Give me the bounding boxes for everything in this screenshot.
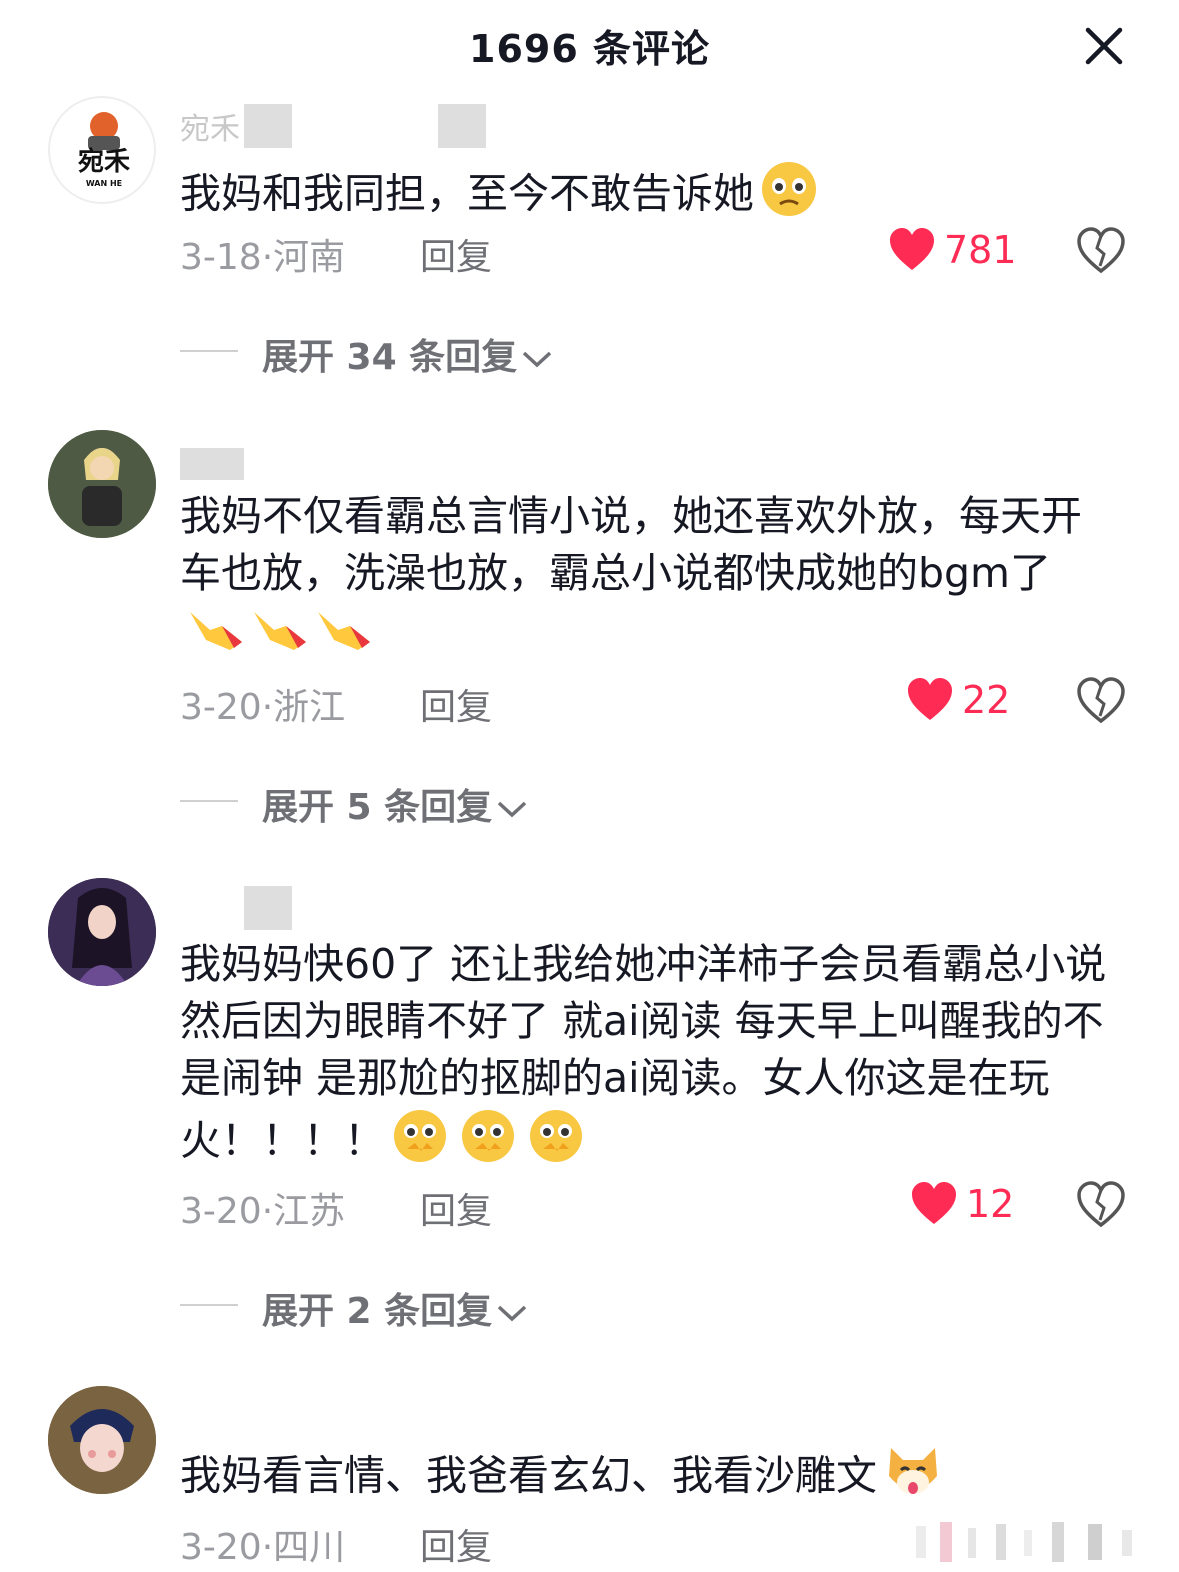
heart-icon [912, 1182, 956, 1224]
comment-item: 我妈不仅看霸总言情小说，她还喜欢外放，每天开车也放，洗澡也放，霸总小说都快成她的… [0, 430, 1179, 850]
reply-button[interactable]: 回复 [420, 1518, 492, 1570]
avatar[interactable] [48, 878, 156, 986]
avatar[interactable] [48, 1386, 156, 1494]
reply-button[interactable]: 回复 [420, 678, 492, 730]
chevron-down-icon [497, 801, 527, 818]
username[interactable] [180, 1390, 500, 1440]
comment-text: 我妈看言情、我爸看玄幻、我看沙雕文 [180, 1442, 1140, 1515]
comment-item: 宛禾 WAN HE 宛禾 我妈和我同担，至今不敢告诉她 3-18·河南 回复 7… [0, 96, 1179, 396]
face-holding-back-tears-emoji-icon [391, 1107, 587, 1180]
like-count: 12 [966, 1182, 1015, 1226]
chevron-down-icon [497, 1305, 527, 1322]
avatar[interactable] [48, 430, 156, 538]
svg-text:宛禾: 宛禾 [78, 146, 130, 177]
comment-text: 我妈妈快60了 还让我给她冲洋柿子会员看霸总小说 然后因为眼睛不好了 就ai阅读… [180, 936, 1130, 1180]
like-button[interactable]: 12 [910, 1180, 1014, 1230]
comment-item: 我妈妈快60了 还让我给她冲洋柿子会员看霸总小说 然后因为眼睛不好了 就ai阅读… [0, 878, 1179, 1348]
comment-meta: 3-20·四川 回复 [180, 1518, 492, 1568]
shiba-dog-emoji-icon [883, 1442, 943, 1515]
broken-heart-icon[interactable] [1076, 676, 1126, 726]
comment-meta: 3-20·江苏 回复 [180, 1182, 492, 1232]
reply-button[interactable]: 回复 [420, 1182, 492, 1234]
username[interactable] [180, 438, 500, 488]
heart-icon [890, 228, 934, 270]
username[interactable]: 宛禾 [180, 104, 500, 154]
username[interactable] [180, 886, 500, 936]
comment-count-title: 1696 条评论 [469, 27, 710, 71]
close-icon[interactable] [1080, 22, 1128, 70]
reply-button[interactable]: 回复 [420, 228, 492, 280]
heart-icon [908, 678, 952, 720]
broken-heart-icon[interactable] [1076, 1180, 1126, 1230]
watermark-bars [912, 1520, 1162, 1564]
like-count: 22 [962, 678, 1011, 722]
avatar[interactable]: 宛禾 WAN HE [48, 96, 156, 204]
like-button[interactable]: 781 [888, 226, 1017, 276]
backhand-index-pointing-right-emoji-icon [186, 602, 376, 667]
svg-text:WAN HE: WAN HE [86, 179, 122, 188]
like-button[interactable]: 22 [906, 676, 1010, 726]
comments-header: 1696 条评论 [0, 0, 1179, 92]
chevron-down-icon [522, 351, 552, 368]
comment-text: 我妈不仅看霸总言情小说，她还喜欢外放，每天开车也放，洗澡也放，霸总小说都快成她的… [180, 488, 1100, 667]
pleading-face-emoji-icon [760, 160, 818, 233]
broken-heart-icon[interactable] [1076, 226, 1126, 276]
like-count: 781 [944, 228, 1017, 272]
comment-meta: 3-20·浙江 回复 [180, 678, 492, 728]
comment-text: 我妈和我同担，至今不敢告诉她 [180, 160, 1140, 233]
comment-meta: 3-18·河南 回复 [180, 228, 492, 278]
